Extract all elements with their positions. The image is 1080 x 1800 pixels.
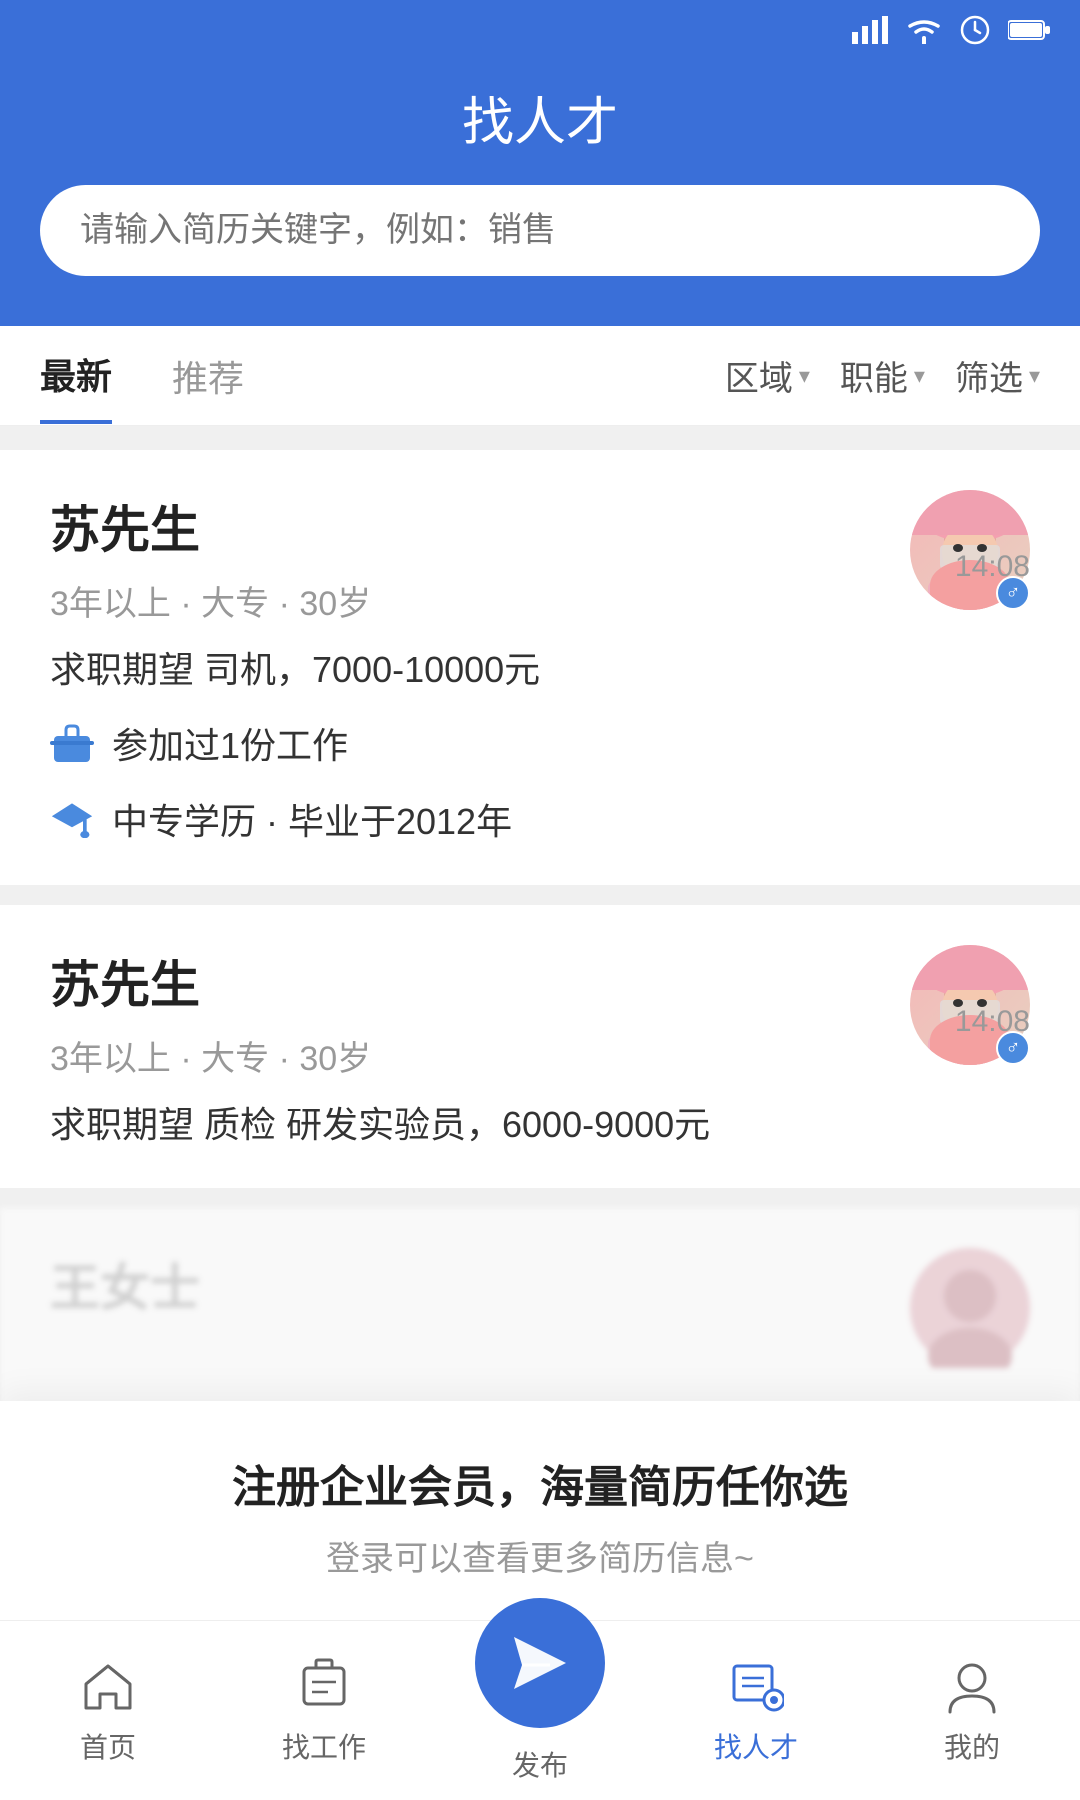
graduation-icon-1 [50, 797, 94, 841]
candidate-card-1[interactable]: 苏先生 3年以上 · 大专 · 30岁 求职期望 司机，7000-10000元 [0, 450, 1080, 885]
candidate-card-3-blurred: 王女士 [0, 1208, 1080, 1408]
chevron-down-icon: ▾ [799, 363, 810, 389]
page-title: 找人才 [40, 80, 1040, 155]
chevron-down-icon: ▾ [1029, 363, 1040, 389]
login-overlay-title: 注册企业会员，海量简历任你选 [40, 1451, 1040, 1515]
candidate-name-1: 苏先生 3年以上 · 大专 · 30岁 求职期望 司机，7000-10000元 [50, 490, 540, 693]
candidate-list: 苏先生 3年以上 · 大专 · 30岁 求职期望 司机，7000-10000元 [0, 426, 1080, 1432]
work-info-1: 参加过1份工作 [50, 717, 1030, 769]
login-overlay: 注册企业会员，海量简历任你选 登录可以查看更多简历信息~ [0, 1401, 1080, 1620]
card-time-2: 14:08 [955, 1005, 1030, 1039]
mine-icon [942, 1656, 1002, 1716]
tab-latest[interactable]: 最新 [40, 328, 112, 424]
nav-item-publish[interactable]: 发布 [432, 1638, 648, 1784]
filter-screen[interactable]: 筛选 ▾ [955, 351, 1040, 400]
nav-item-home[interactable]: 首页 [0, 1656, 216, 1766]
home-icon [78, 1656, 138, 1716]
card-header-1: 苏先生 3年以上 · 大专 · 30岁 求职期望 司机，7000-10000元 [50, 490, 1030, 693]
nav-item-find-job[interactable]: 找工作 [216, 1656, 432, 1766]
edu-info-1: 中专学历 · 毕业于2012年 [50, 793, 1030, 845]
candidate-name-3: 王女士 [50, 1248, 200, 1320]
search-bar[interactable] [40, 185, 1040, 276]
header: 找人才 [0, 60, 1080, 326]
nav-item-find-talent[interactable]: 找人才 [648, 1656, 864, 1766]
find-talent-icon [726, 1656, 786, 1716]
card-header-2: 苏先生 3年以上 · 大专 · 30岁 求职期望 质检 研发实验员，6000-9… [50, 945, 1030, 1148]
clock-icon [960, 15, 990, 45]
card-time-1: 14:08 [955, 550, 1030, 584]
candidate-card-2[interactable]: 苏先生 3年以上 · 大专 · 30岁 求职期望 质检 研发实验员，6000-9… [0, 905, 1080, 1188]
publish-fab[interactable] [475, 1598, 605, 1728]
filter-function[interactable]: 职能 ▾ [840, 351, 925, 400]
briefcase-icon-1 [50, 721, 94, 765]
chevron-down-icon: ▾ [914, 363, 925, 389]
status-bar [0, 0, 1080, 60]
nav-label-publish: 发布 [512, 1744, 568, 1784]
search-input[interactable] [80, 211, 1000, 250]
avatar-3 [910, 1248, 1030, 1368]
nav-label-find-job: 找工作 [282, 1726, 366, 1766]
find-job-icon [294, 1656, 354, 1716]
nav-label-mine: 我的 [944, 1726, 1000, 1766]
filter-region[interactable]: 区域 ▾ [725, 351, 810, 400]
bottom-nav: 首页 找工作 发布 [0, 1620, 1080, 1800]
candidate-name-2: 苏先生 3年以上 · 大专 · 30岁 求职期望 质检 研发实验员，6000-9… [50, 945, 710, 1148]
signal-icon [852, 16, 888, 44]
tabs-row: 最新 推荐 区域 ▾ 职能 ▾ 筛选 ▾ [0, 326, 1080, 426]
nav-label-find-talent: 找人才 [714, 1726, 798, 1766]
card-header-3: 王女士 [50, 1248, 1030, 1368]
tab-recommended[interactable]: 推荐 [172, 330, 244, 422]
wifi-icon [906, 16, 942, 44]
nav-label-home: 首页 [80, 1726, 136, 1766]
battery-icon [1008, 18, 1050, 42]
nav-item-mine[interactable]: 我的 [864, 1656, 1080, 1766]
login-overlay-subtitle: 登录可以查看更多简历信息~ [40, 1531, 1040, 1580]
filter-group: 区域 ▾ 职能 ▾ 筛选 ▾ [725, 351, 1040, 400]
